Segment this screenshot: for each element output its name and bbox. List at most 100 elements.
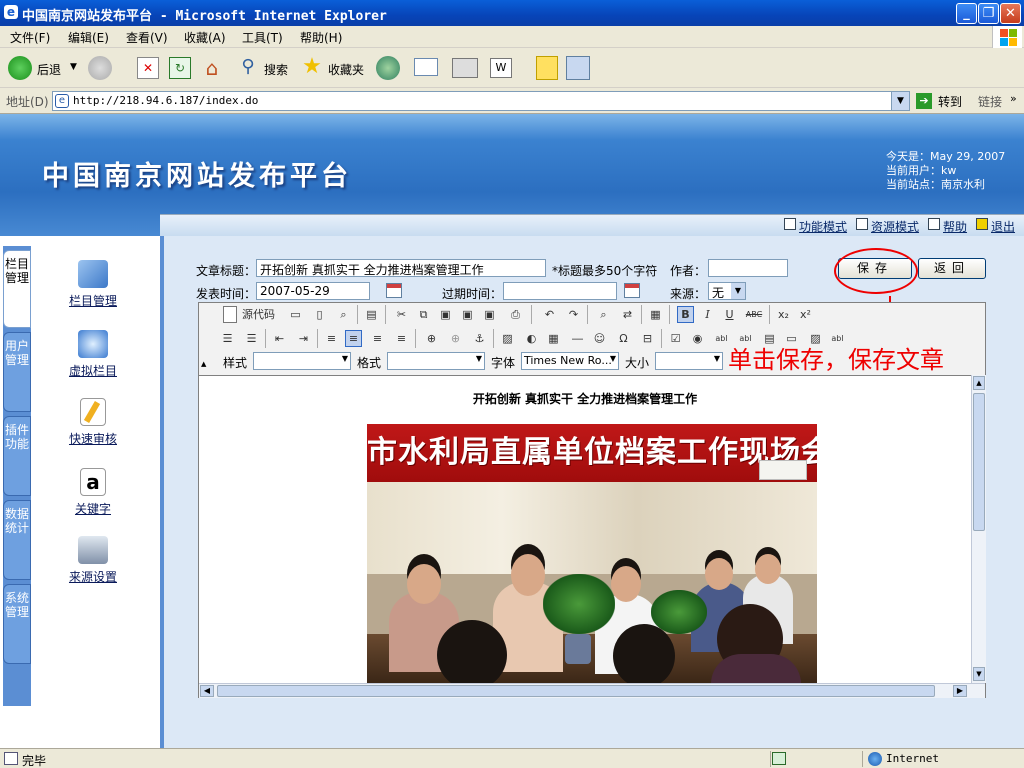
back-arrow-icon[interactable]: [8, 56, 32, 80]
favorites-star-icon[interactable]: ★: [300, 54, 324, 79]
copy-icon[interactable]: ⧉: [415, 306, 432, 323]
insert-table-icon[interactable]: ▦: [545, 330, 562, 347]
links-button[interactable]: 链接: [978, 93, 1002, 110]
source-settings-link[interactable]: 来源设置: [58, 568, 128, 585]
tab-system-management[interactable]: 系统管理: [3, 584, 31, 664]
back-dropdown-icon[interactable]: ▼: [70, 62, 77, 72]
go-button[interactable]: 转到: [938, 93, 962, 110]
history-icon[interactable]: [376, 56, 400, 80]
quick-review-icon[interactable]: [80, 398, 106, 426]
virtual-column-icon[interactable]: [78, 330, 108, 358]
find-icon[interactable]: ⌕: [595, 306, 612, 323]
expire-time-input[interactable]: [503, 282, 617, 300]
print-icon[interactable]: [452, 58, 478, 78]
underline-icon[interactable]: U: [721, 306, 738, 323]
numbered-list-icon[interactable]: ☰: [219, 330, 236, 347]
font-select[interactable]: Times New Ro... ▼: [521, 352, 619, 370]
align-center-icon[interactable]: ≡: [345, 330, 362, 347]
checkbox-icon[interactable]: ☑: [667, 330, 684, 347]
publish-time-input[interactable]: 2007-05-29: [256, 282, 370, 300]
address-dropdown-icon[interactable]: ▼: [891, 92, 909, 110]
stop-icon[interactable]: ✕: [137, 57, 159, 79]
return-button[interactable]: 返回: [918, 258, 986, 279]
paste-text-icon[interactable]: ▣: [459, 306, 476, 323]
refresh-icon[interactable]: ↻: [169, 57, 191, 79]
align-left-icon[interactable]: ≡: [323, 330, 340, 347]
superscript-icon[interactable]: x²: [797, 306, 814, 323]
menu-help[interactable]: 帮助(H): [300, 29, 342, 46]
indent-icon[interactable]: ⇥: [295, 330, 312, 347]
virtual-column-link[interactable]: 虚拟栏目: [58, 362, 128, 379]
logout-link[interactable]: 退出: [991, 218, 1015, 235]
style-select[interactable]: ▼: [253, 352, 351, 370]
page-break-icon[interactable]: ⊟: [639, 330, 656, 347]
link-icon[interactable]: ⊕: [423, 330, 440, 347]
new-doc-icon[interactable]: ▯: [311, 306, 328, 323]
editor-content-area[interactable]: 开拓创新 真抓实干 全力推进档案管理工作 市水利局直属单位档案工作现场会: [199, 375, 971, 683]
address-input[interactable]: e http://218.94.6.187/index.do ▼: [52, 91, 910, 111]
column-management-link[interactable]: 栏目管理: [58, 292, 128, 309]
publish-calendar-icon[interactable]: [386, 283, 402, 298]
cut-icon[interactable]: ✂: [393, 306, 410, 323]
template-icon[interactable]: ▤: [363, 306, 380, 323]
menu-tools[interactable]: 工具(T): [242, 29, 283, 46]
search-label[interactable]: 搜索: [264, 61, 288, 78]
back-button-label[interactable]: 后退: [37, 61, 61, 78]
horizontal-rule-icon[interactable]: ―: [569, 330, 586, 347]
minimize-button[interactable]: _: [956, 3, 977, 24]
quick-review-link[interactable]: 快速审核: [58, 430, 128, 447]
menu-file[interactable]: 文件(F): [10, 29, 50, 46]
tab-statistics[interactable]: 数据统计: [3, 500, 31, 580]
horizontal-scroll-thumb[interactable]: [217, 685, 935, 697]
function-mode-link[interactable]: 功能模式: [799, 218, 847, 235]
tab-column-management[interactable]: 栏目管理: [3, 250, 31, 328]
word-edit-icon[interactable]: W: [490, 58, 512, 78]
search-icon[interactable]: ⚲: [236, 56, 260, 80]
paste-word-icon[interactable]: ▣: [481, 306, 498, 323]
replace-icon[interactable]: ⇄: [619, 306, 636, 323]
favorites-label[interactable]: 收藏夹: [328, 61, 364, 78]
keyword-link[interactable]: 关键字: [58, 500, 128, 517]
menu-favorites[interactable]: 收藏(A): [184, 29, 226, 46]
home-icon[interactable]: ⌂: [200, 56, 224, 80]
mail-icon[interactable]: [414, 58, 438, 76]
undo-icon[interactable]: ↶: [541, 306, 558, 323]
author-input[interactable]: [708, 259, 788, 277]
go-arrow-icon[interactable]: ➔: [916, 93, 932, 109]
links-chevron-icon[interactable]: »: [1010, 92, 1017, 105]
editor-vertical-scrollbar[interactable]: ▲ ▼: [971, 375, 986, 683]
preview-icon[interactable]: ⌕: [335, 306, 352, 323]
source-dropdown-icon[interactable]: ▼: [731, 283, 745, 299]
discuss-icon[interactable]: [536, 56, 558, 80]
insert-flash-icon[interactable]: ◐: [523, 330, 540, 347]
scroll-up-icon[interactable]: ▲: [973, 376, 985, 390]
scroll-right-icon[interactable]: ▶: [953, 685, 967, 697]
resource-mode-link[interactable]: 资源模式: [871, 218, 919, 235]
size-select[interactable]: ▼: [655, 352, 723, 370]
close-button[interactable]: ✕: [1000, 3, 1021, 24]
subscript-icon[interactable]: x₂: [775, 306, 792, 323]
justify-icon[interactable]: ≡: [393, 330, 410, 347]
toolbar-collapse-icon[interactable]: ▲: [201, 360, 206, 368]
insert-image-icon[interactable]: ▨: [499, 330, 516, 347]
source-settings-icon[interactable]: [78, 536, 108, 564]
unlink-icon[interactable]: ⊕: [447, 330, 464, 347]
align-right-icon[interactable]: ≡: [369, 330, 386, 347]
smiley-icon[interactable]: ☺: [591, 330, 608, 347]
menu-view[interactable]: 查看(V): [126, 29, 168, 46]
column-management-icon[interactable]: [78, 260, 108, 288]
editor-horizontal-scrollbar[interactable]: ◀ ▶: [199, 683, 985, 698]
select-all-icon[interactable]: ▦: [647, 306, 664, 323]
paste-icon[interactable]: ▣: [437, 306, 454, 323]
vertical-scroll-thumb[interactable]: [973, 393, 985, 531]
print-icon[interactable]: ⎙: [507, 306, 524, 323]
maximize-button[interactable]: ❐: [978, 3, 999, 24]
strikethrough-icon[interactable]: ABC: [743, 306, 765, 323]
redo-icon[interactable]: ↷: [565, 306, 582, 323]
keyword-icon[interactable]: a: [80, 468, 106, 496]
bullet-list-icon[interactable]: ☰: [243, 330, 260, 347]
bold-icon[interactable]: B: [677, 306, 694, 323]
tab-user-management[interactable]: 用户管理: [3, 332, 31, 412]
save-doc-icon[interactable]: ▭: [287, 306, 304, 323]
anchor-icon[interactable]: ⚓: [471, 330, 488, 347]
